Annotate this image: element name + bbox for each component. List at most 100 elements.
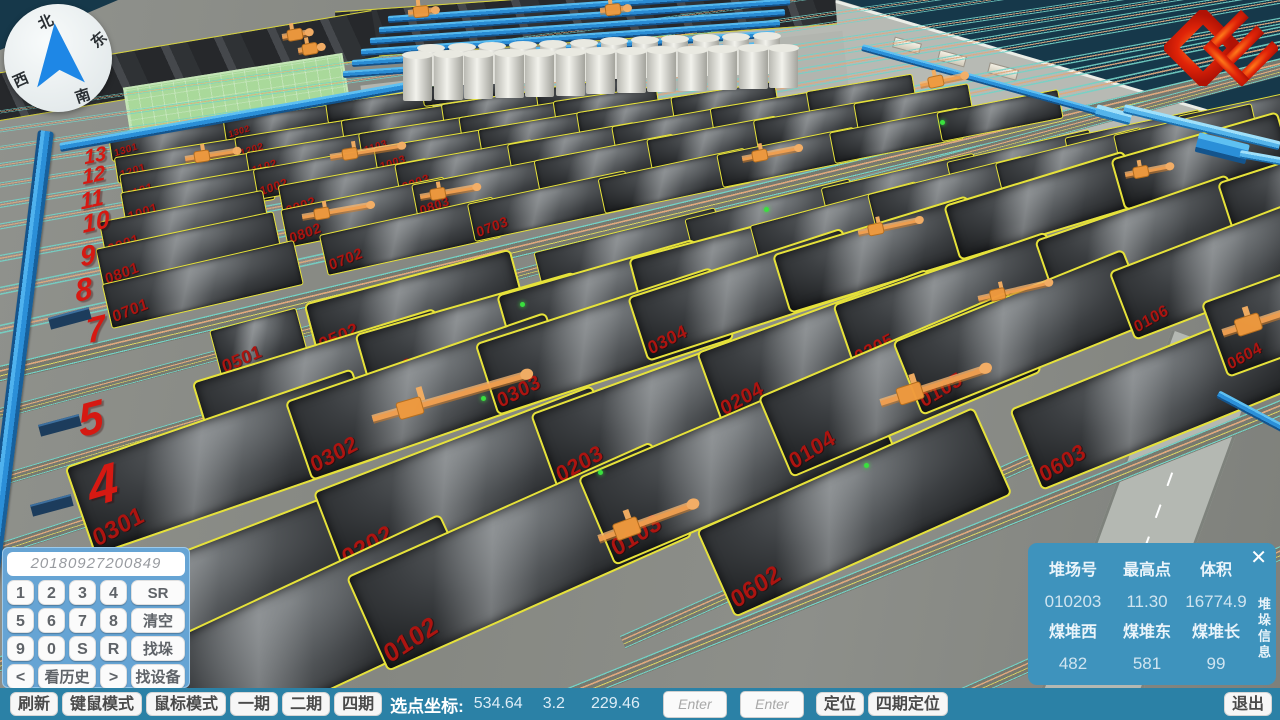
pile-info-side-label: 堆垛信息 [1254,597,1273,661]
pile-info-grid: 堆场号最高点体积01020311.3016774.9煤堆西煤堆东煤堆长48258… [1034,555,1250,679]
info-row: 48258199 [1034,648,1250,679]
keypad-button[interactable]: 0 [38,636,65,661]
keypad-button[interactable]: 3 [69,580,96,605]
phase4-locate-button[interactable]: 四期定位 [868,692,948,716]
info-header: 煤堆西 [1034,617,1112,648]
toolbar-button[interactable]: 键鼠模式 [62,692,142,716]
silo [464,54,493,99]
pile-info-panel: ✕ 堆场号最高点体积01020311.3016774.9煤堆西煤堆东煤堆长482… [1028,543,1276,685]
keypad-button[interactable]: 6 [38,608,65,633]
silo [556,52,585,96]
status-dot [764,207,769,212]
toolbar-left-buttons: 刷新键鼠模式鼠标模式一期二期四期 [10,692,386,716]
toolbar-button[interactable]: 四期 [334,692,382,716]
info-value: 581 [1112,648,1182,679]
pipe-support [38,414,82,436]
coord-label: 选点坐标: [390,692,464,717]
pad-label: 0302 [307,432,360,476]
keypad-button[interactable]: 看历史 [38,664,96,689]
silo [403,55,432,101]
keypad-button[interactable]: 找设备 [131,664,185,689]
status-dot [481,396,486,401]
info-header: 煤堆长 [1182,617,1250,648]
pad-label: 0106 [1132,303,1171,336]
machine-body [193,149,211,163]
pad-label: 0102 [379,611,441,667]
close-icon[interactable]: ✕ [1250,546,1267,570]
row-number: 9 [79,240,97,272]
row-number: 8 [74,272,94,307]
silo [739,48,768,89]
silo [495,53,524,98]
pad-label: 0702 [327,246,364,273]
keypad-button[interactable]: 5 [7,608,34,633]
keypad-button[interactable]: 清空 [131,608,185,633]
status-dot [940,120,945,125]
info-row: 01020311.3016774.9 [1034,586,1250,617]
coord-z: 229.46 [591,695,640,713]
info-header: 堆场号 [1034,555,1112,586]
status-dot [520,302,525,307]
exit-button[interactable]: 退出 [1224,692,1272,716]
machine-body [341,147,359,161]
keypad-button[interactable]: < [7,664,34,689]
pad-label: 0703 [475,214,510,239]
compass[interactable]: 北 东 西 南 [4,4,112,112]
keypad-button[interactable]: 2 [38,580,65,605]
silo [617,51,646,94]
keypad-button[interactable]: 8 [100,608,127,633]
machine-body [604,3,621,17]
silo [647,50,676,92]
keypad-button[interactable]: 找垛 [131,636,185,661]
pad-label: 0701 [111,297,150,327]
silo [525,53,554,97]
keypad-button[interactable]: > [100,664,127,689]
keypad-button[interactable]: 7 [69,608,96,633]
timestamp-display[interactable]: 20180927200849 [7,552,185,576]
locate-button[interactable]: 定位 [816,692,864,716]
info-header: 煤堆东 [1112,617,1182,648]
silo [434,54,463,100]
info-header: 体积 [1182,555,1250,586]
row-number: 5 [76,392,106,445]
keypad-button[interactable]: 4 [100,580,127,605]
keypad-button[interactable]: SR [131,580,185,605]
status-dot [864,463,869,468]
enter-input-1[interactable] [663,691,727,718]
coord-y: 3.2 [543,695,565,713]
info-value: 482 [1034,648,1112,679]
toolbar-button[interactable]: 刷新 [10,692,58,716]
silo [678,50,707,92]
keypad-button[interactable]: S [69,636,96,661]
company-logo [1164,10,1278,86]
info-value: 010203 [1034,586,1112,617]
info-row: 堆场号最高点体积 [1034,555,1250,586]
info-header: 最高点 [1112,555,1182,586]
keypad-row: 5678清空 [7,608,185,633]
keypad-button[interactable]: R [100,636,127,661]
keypad-panel: 20180927200849 1234SR5678清空90SR找垛<看历史>找设… [2,547,190,688]
silo [708,49,737,90]
row-number: 10 [81,207,110,238]
silo [769,48,798,88]
keypad-button[interactable]: 1 [7,580,34,605]
silo [586,51,615,94]
toolbar-button[interactable]: 二期 [282,692,330,716]
toolbar-button[interactable]: 一期 [230,692,278,716]
keypad-row: <看历史>找设备 [7,664,185,689]
keypad-button[interactable]: 9 [7,636,34,661]
machine-body [412,5,429,19]
bottom-toolbar: 刷新键鼠模式鼠标模式一期二期四期 选点坐标: 534.64 3.2 229.46… [0,688,1280,720]
status-dot [598,470,603,475]
coord-x: 534.64 [474,695,523,713]
info-value: 16774.9 [1182,586,1250,617]
keypad-row: 90SR找垛 [7,636,185,661]
info-row: 煤堆西煤堆东煤堆长 [1034,617,1250,648]
info-value: 11.30 [1112,586,1182,617]
toolbar-button[interactable]: 鼠标模式 [146,692,226,716]
keypad-row: 1234SR [7,580,185,605]
enter-input-2[interactable] [740,691,804,718]
info-value: 99 [1182,648,1250,679]
pipe-support [30,494,74,516]
keypad-grid: 1234SR5678清空90SR找垛<看历史>找设备 [7,580,185,689]
